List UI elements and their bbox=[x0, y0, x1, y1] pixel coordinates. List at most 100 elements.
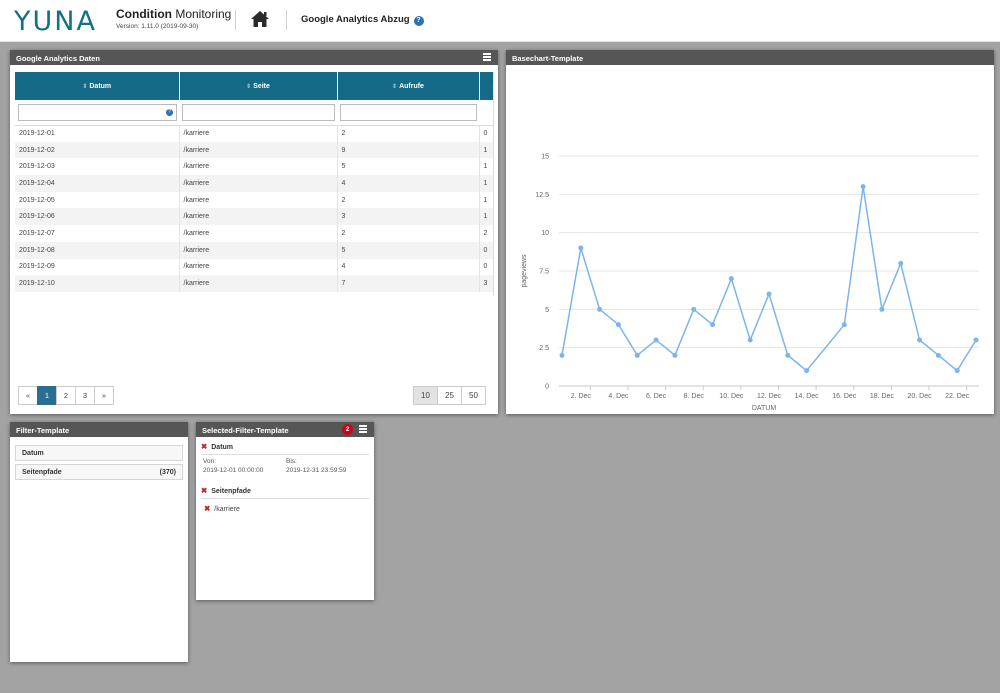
table-cell: 1 bbox=[479, 191, 493, 209]
data-point bbox=[973, 337, 979, 343]
filter-input-aufrufe[interactable] bbox=[340, 103, 477, 121]
table-cell: 2 bbox=[337, 225, 480, 242]
help-icon[interactable]: ? bbox=[166, 109, 173, 116]
table-row[interactable]: 2019-12-06/karriere 3 1 bbox=[15, 208, 493, 226]
data-point bbox=[879, 306, 885, 312]
bis-value: 2019-12-31 23:59:59 bbox=[286, 467, 347, 474]
table-cell: 0 bbox=[479, 258, 493, 276]
column-header-datum[interactable]: ⇕ Datum bbox=[15, 72, 180, 100]
table-cell: 1 bbox=[479, 141, 493, 159]
remove-filter-icon[interactable]: ✖ bbox=[201, 486, 207, 495]
remove-filter-icon[interactable]: ✖ bbox=[201, 442, 207, 451]
facet-label: Seitenpfade bbox=[22, 469, 62, 476]
divider bbox=[235, 10, 236, 30]
help-icon[interactable]: ? bbox=[413, 16, 424, 26]
table-cell: 2019-12-06 bbox=[15, 208, 180, 226]
table-cell: 0 bbox=[479, 125, 493, 142]
page-size-10[interactable]: 10 bbox=[413, 386, 438, 405]
date-range: Von: 2019-12-01 00:00:00 Bis: 2019-12-31… bbox=[201, 455, 369, 477]
column-header-seite[interactable]: ⇕ Seite bbox=[179, 72, 338, 100]
data-point bbox=[898, 260, 904, 266]
table-cell: 9 bbox=[337, 141, 480, 159]
facet-datum[interactable]: Datum bbox=[15, 445, 183, 461]
page-size-25[interactable]: 25 bbox=[437, 386, 462, 405]
data-point bbox=[653, 337, 659, 343]
filter-template-panel: Filter-Template Datum Seitenpfade (370) bbox=[10, 422, 188, 662]
table-row[interactable]: 2019-12-09/karriere 4 0 bbox=[15, 258, 493, 276]
column-header-se[interactable]: Se bbox=[479, 72, 493, 100]
table-cell: 4 bbox=[337, 258, 480, 276]
data-point bbox=[841, 322, 847, 328]
pager-prev[interactable]: « bbox=[18, 386, 38, 405]
header-row: ⇕Datum ⇕Seite ⇕Aufrufe Se bbox=[15, 72, 493, 100]
yuna-logo[interactable]: YUNA bbox=[14, 5, 97, 37]
table-cell: 2 bbox=[479, 225, 493, 242]
table-row[interactable]: 2019-12-07/karriere 2 2 bbox=[15, 225, 493, 242]
app-title: Condition Monitoring bbox=[116, 7, 231, 21]
filter-input-datum[interactable] bbox=[18, 103, 177, 121]
selected-value-row: ✖ /karriere bbox=[204, 504, 369, 513]
page-size-50[interactable]: 50 bbox=[461, 386, 486, 405]
remove-value-icon[interactable]: ✖ bbox=[204, 504, 210, 513]
logo-text: YUNA bbox=[14, 5, 97, 37]
table-cell: 1 bbox=[479, 158, 493, 176]
filter-input-seite[interactable] bbox=[182, 103, 335, 121]
panel-header: Google Analytics Daten bbox=[10, 50, 498, 65]
data-point bbox=[935, 352, 941, 358]
hamburger-menu-icon[interactable] bbox=[359, 425, 367, 434]
hamburger-menu-icon[interactable] bbox=[483, 53, 491, 62]
table-row[interactable]: 2019-12-02/karriere 9 1 bbox=[15, 141, 493, 159]
table-cell: 7 bbox=[337, 275, 480, 292]
table-row[interactable]: 2019-12-04/karriere 4 1 bbox=[15, 175, 493, 192]
table-cell: 2019-12-01 bbox=[15, 125, 180, 142]
panel-header: Filter-Template bbox=[10, 422, 188, 437]
x-tick-label: 22. Dec bbox=[945, 393, 970, 400]
von-value: 2019-12-01 00:00:00 bbox=[203, 467, 264, 474]
table-row[interactable]: 2019-12-03/karriere 5 1 bbox=[15, 158, 493, 176]
table-row[interactable]: 2019-12-01/karriere 2 0 bbox=[15, 125, 493, 142]
pager-page-1[interactable]: 1 bbox=[37, 386, 57, 405]
panel-header: Basechart-Template bbox=[506, 50, 994, 65]
table-cell: /karriere bbox=[179, 175, 338, 192]
app-title-bold: Condition bbox=[116, 7, 172, 21]
panel-title: Selected-Filter-Template bbox=[202, 426, 289, 435]
table-row[interactable]: 2019-12-10/karriere 7 3 bbox=[15, 275, 493, 292]
app-version: Version: 1.11.0 (2019-09-30) bbox=[116, 23, 199, 30]
y-tick-label: 10 bbox=[541, 230, 549, 237]
sort-icon: ⇕ bbox=[392, 83, 398, 90]
data-point bbox=[728, 276, 734, 282]
data-point bbox=[917, 337, 923, 343]
selected-filter-panel: Selected-Filter-Template 2 ✖ Datum Von: … bbox=[196, 422, 374, 600]
x-tick-label: 4. Dec bbox=[608, 393, 629, 400]
data-point bbox=[766, 291, 772, 297]
home-icon[interactable] bbox=[250, 10, 270, 28]
x-tick-label: 8. Dec bbox=[684, 393, 705, 400]
pager-page-3[interactable]: 3 bbox=[75, 386, 95, 405]
data-point bbox=[860, 184, 866, 190]
section-label: Seitenpfade bbox=[211, 488, 251, 495]
table-row[interactable]: 2019-12-05/karriere 2 1 bbox=[15, 191, 493, 209]
top-bar: YUNA Condition Monitoring Version: 1.11.… bbox=[0, 0, 1000, 42]
panel-title: Filter-Template bbox=[16, 426, 70, 435]
app-title-rest: Monitoring bbox=[171, 7, 232, 21]
data-point bbox=[747, 337, 753, 343]
y-tick-label: 15 bbox=[541, 154, 549, 161]
page-title-text: Google Analytics Abzug bbox=[301, 14, 410, 25]
table-row[interactable]: 2019-12-08/karriere 5 0 bbox=[15, 241, 493, 259]
selected-section-seitenpfade: ✖ Seitenpfade bbox=[201, 481, 369, 499]
data-point bbox=[597, 306, 603, 312]
selected-section-datum: ✖ Datum bbox=[201, 437, 369, 455]
pager-next[interactable]: » bbox=[94, 386, 114, 405]
facet-seitenpfade[interactable]: Seitenpfade (370) bbox=[15, 464, 183, 480]
table-cell: 2019-12-07 bbox=[15, 225, 180, 242]
pager-page-2[interactable]: 2 bbox=[56, 386, 76, 405]
line-chart: 0 2.5 5 7.5 10 12.5 15 2. Dec 4. Dec 6. Dec 8. Dec… bbox=[521, 154, 979, 412]
divider bbox=[286, 10, 287, 30]
column-header-aufrufe[interactable]: ⇕ Aufrufe bbox=[337, 72, 480, 100]
x-tick-label: 10. Dec bbox=[719, 393, 744, 400]
table-cell: 1 bbox=[479, 208, 493, 226]
section-label: Datum bbox=[211, 444, 234, 451]
pagination: « 1 2 3 » bbox=[18, 386, 114, 405]
panel-header: Selected-Filter-Template 2 bbox=[196, 422, 374, 437]
panel-title: Google Analytics Daten bbox=[16, 54, 100, 63]
